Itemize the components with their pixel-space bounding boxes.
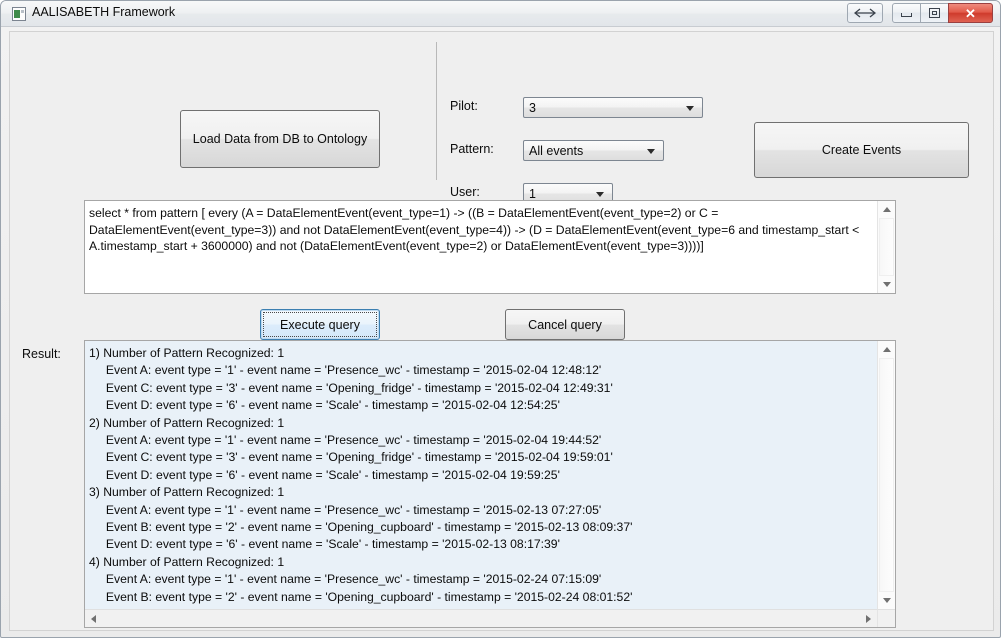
query-text: select * from pattern [ every (A = DataE… [89, 206, 862, 253]
result-horizontal-scrollbar[interactable] [85, 609, 877, 627]
app-icon-green-block [14, 10, 20, 18]
scrollbar-corner [877, 609, 895, 627]
result-vertical-scrollbar[interactable] [877, 341, 895, 609]
scroll-down-icon[interactable] [882, 282, 891, 287]
minimize-icon [893, 4, 920, 22]
close-icon: ✕ [965, 5, 976, 21]
pattern-dropdown-value: All events [529, 143, 584, 158]
scroll-up-icon[interactable] [882, 207, 891, 212]
execute-query-button-label: Execute query [280, 317, 360, 332]
scroll-up-icon[interactable] [882, 347, 891, 352]
client-area: Load Data from DB to Ontology Pilot: 3 P… [9, 31, 994, 631]
resize-arrows-svg [854, 8, 876, 18]
cancel-query-button[interactable]: Cancel query [505, 309, 625, 340]
app-icon-gray-block [21, 10, 24, 13]
result-label: Result: [22, 347, 61, 361]
query-textarea[interactable]: select * from pattern [ every (A = DataE… [84, 200, 896, 294]
user-label: User: [450, 185, 480, 199]
execute-query-button[interactable]: Execute query [260, 309, 380, 340]
maximize-icon [921, 4, 948, 22]
resize-arrows-icon [848, 4, 882, 22]
window-title: AALISABETH Framework [32, 5, 176, 19]
result-textarea[interactable]: 1) Number of Pattern Recognized: 1 Event… [84, 340, 896, 628]
maximize-button[interactable] [920, 3, 949, 23]
query-vertical-scrollbar[interactable] [877, 201, 895, 293]
pilot-dropdown[interactable]: 3 [523, 97, 703, 118]
scroll-right-icon[interactable] [866, 614, 871, 623]
app-icon [12, 7, 26, 21]
section-divider [436, 42, 437, 180]
pattern-label: Pattern: [450, 142, 494, 156]
create-events-button-label: Create Events [821, 143, 902, 157]
title-bar: AALISABETH Framework ✕ [1, 1, 1000, 27]
pattern-dropdown[interactable]: All events [523, 140, 664, 161]
resize-button[interactable] [847, 3, 883, 23]
close-button[interactable]: ✕ [948, 3, 993, 23]
chevron-down-icon [647, 148, 655, 154]
pilot-label: Pilot: [450, 99, 478, 113]
scroll-left-icon[interactable] [91, 614, 96, 623]
create-events-button[interactable]: Create Events [754, 122, 969, 178]
application-window: AALISABETH Framework ✕ Load Data from DB… [0, 0, 1001, 638]
load-data-button-label: Load Data from DB to Ontology [192, 132, 368, 146]
scroll-down-icon[interactable] [882, 598, 891, 603]
query-scroll-track[interactable] [879, 218, 894, 276]
result-scroll-track[interactable] [879, 358, 894, 592]
result-text: 1) Number of Pattern Recognized: 1 Event… [89, 346, 633, 608]
load-data-button[interactable]: Load Data from DB to Ontology [180, 110, 380, 168]
pilot-dropdown-value: 3 [529, 100, 536, 115]
chevron-down-icon [686, 105, 694, 111]
cancel-query-button-label: Cancel query [528, 317, 602, 332]
minimize-button[interactable] [892, 3, 921, 23]
chevron-down-icon [596, 191, 604, 197]
